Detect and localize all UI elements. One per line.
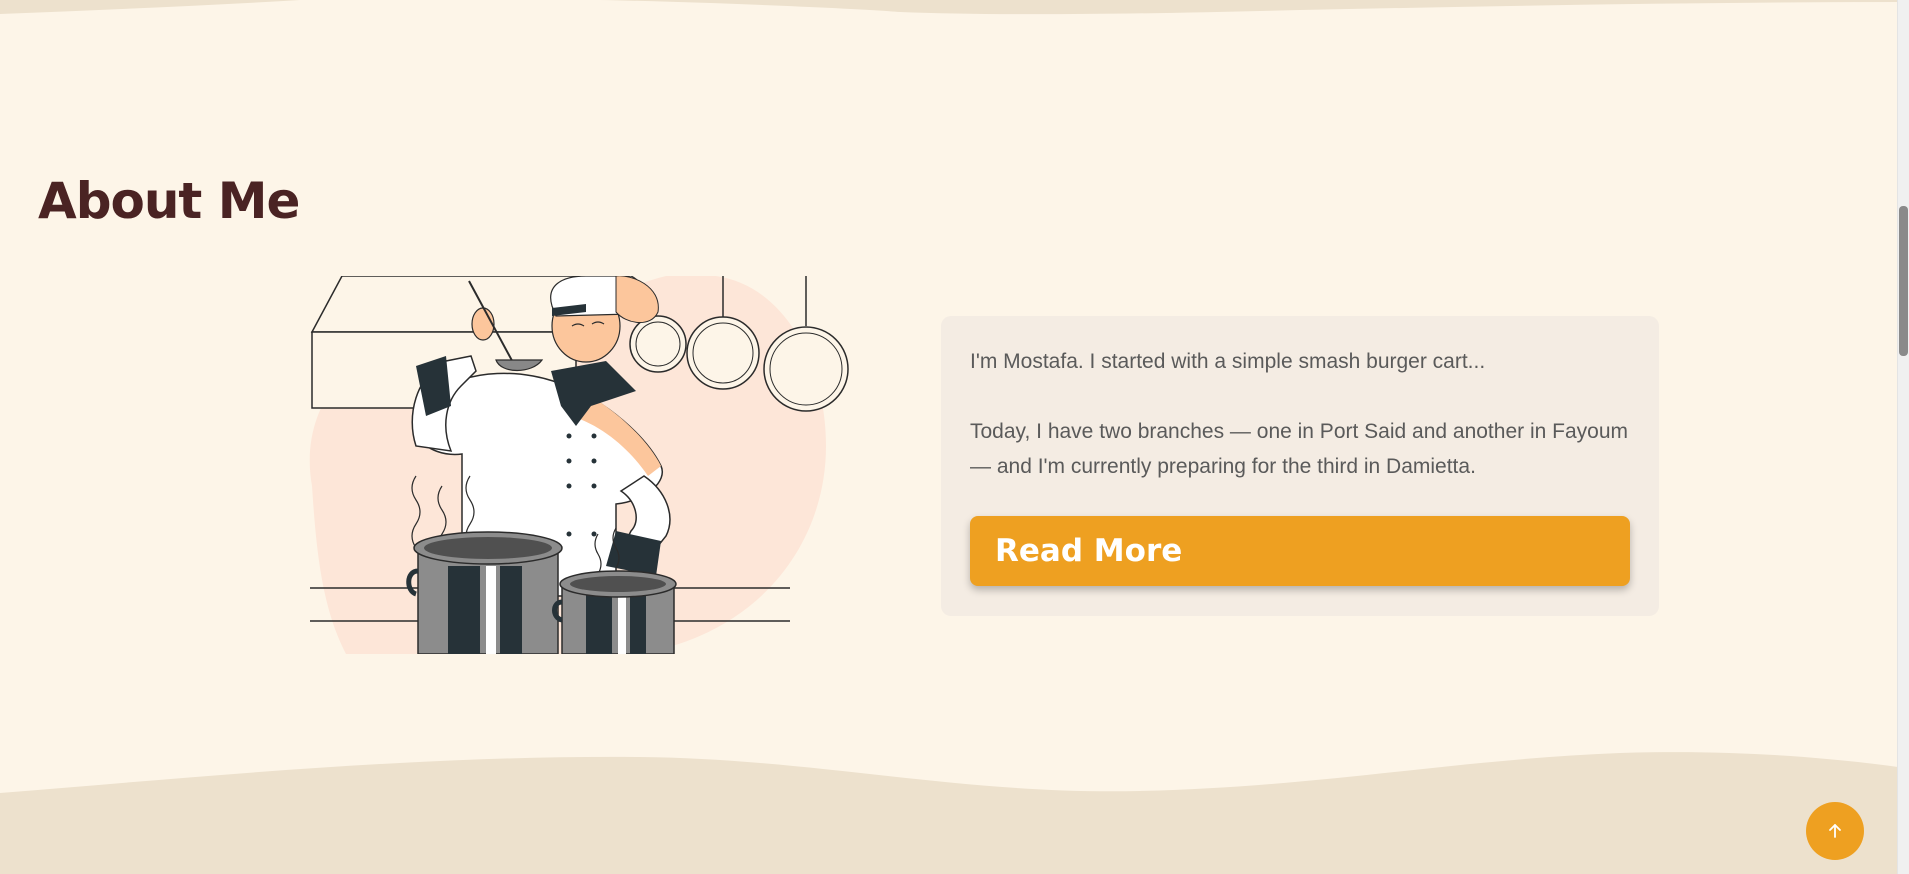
section-title: About Me — [38, 172, 300, 230]
scrollbar-thumb[interactable] — [1899, 206, 1908, 356]
read-more-button[interactable]: Read More — [970, 516, 1630, 586]
about-intro: I'm Mostafa. I started with a simple sma… — [970, 350, 1486, 373]
scroll-to-top-button[interactable] — [1806, 802, 1864, 860]
about-card: I'm Mostafa. I started with a simple sma… — [941, 316, 1659, 616]
arrow-up-icon — [1829, 824, 1841, 838]
bottom-wave-divider — [0, 752, 1898, 874]
chef-illustration — [309, 276, 849, 654]
page-scrollbar[interactable] — [1897, 0, 1909, 874]
top-wave-divider — [0, 0, 1898, 15]
about-details: Today, I have two branches — one in Port… — [970, 420, 1628, 478]
